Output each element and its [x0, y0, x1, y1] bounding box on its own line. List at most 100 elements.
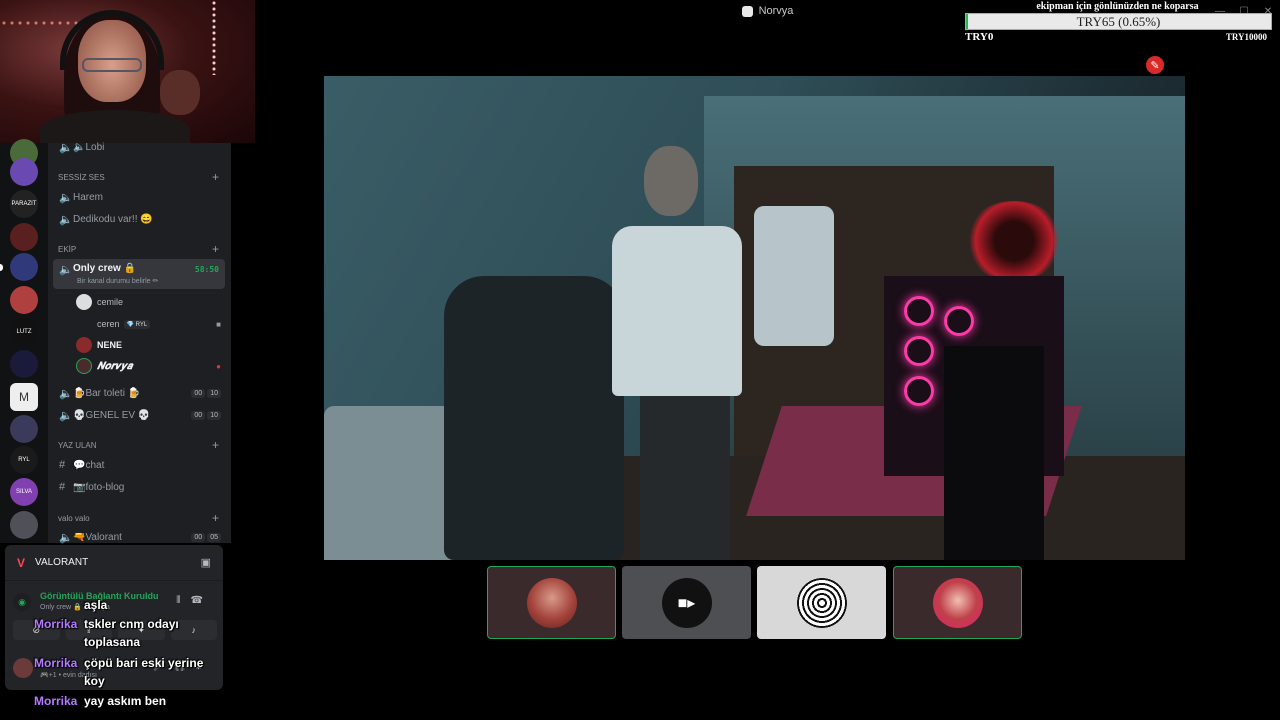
chat-text: tskler cnm odayı toplasana	[84, 617, 179, 649]
category-label: SESSİZ SES	[58, 173, 105, 182]
user-count: 00	[191, 532, 206, 542]
participant-tile[interactable]: ■▸	[622, 566, 751, 639]
hash-icon: #	[59, 459, 66, 471]
server-icon[interactable]	[10, 511, 38, 539]
goal-title: ekipman için gönlünüzden ne koparsa	[1036, 1, 1199, 12]
hash-icon: #	[59, 481, 66, 493]
member-name: 𝑵𝒐𝒓𝒗𝒚𝒂	[97, 360, 133, 372]
donation-goal-widget: ekipman için gönlünüzden ne koparsa TRY6…	[965, 0, 1275, 44]
voice-channel-dedikodu[interactable]: 🔈 Dedikodu var!! 😄	[53, 209, 225, 229]
channel-label: 📷foto-blog	[73, 481, 125, 493]
channel-label: 🔈Lobi	[73, 141, 105, 153]
server-icon[interactable]	[10, 350, 38, 378]
avatar	[76, 337, 92, 353]
screen-share-icon[interactable]: ▣	[201, 556, 211, 569]
category-label: YAZ ULAN	[58, 441, 97, 450]
chat-message: aşla	[84, 596, 264, 614]
add-channel-icon[interactable]: +	[212, 243, 219, 255]
channel-status[interactable]: Bir kanal durumu belirle ✏	[77, 277, 158, 285]
avatar	[76, 294, 92, 310]
voice-channel-lobi[interactable]: 🔈 🔈Lobi	[53, 137, 225, 157]
member-name: NENE	[97, 340, 123, 350]
person-head	[644, 146, 698, 216]
chat-text: yay askım ben	[84, 694, 167, 708]
add-channel-icon[interactable]: +	[212, 439, 219, 451]
user-limit-badge: 00 05	[191, 532, 221, 542]
channel-logo-icon: ✎	[1146, 56, 1164, 74]
chat-text: çöpü bari eski yerine koy	[84, 656, 204, 688]
channel-label: 💀GENEL EV 💀	[73, 409, 151, 421]
server-icon[interactable]: SILVA	[10, 478, 38, 506]
channel-label: Harem	[73, 191, 104, 203]
participant-tile[interactable]	[487, 566, 616, 639]
chat-nick: Morrika	[34, 694, 78, 708]
category-yaz-ulan[interactable]: YAZ ULAN +	[58, 439, 219, 451]
server-icon[interactable]: M	[10, 383, 38, 411]
server-icon[interactable]	[10, 286, 38, 314]
category-valo-valo[interactable]: valo valo +	[58, 512, 219, 524]
server-icon[interactable]: LUTZ	[10, 318, 38, 346]
participant-tile[interactable]	[757, 566, 886, 639]
person-pants	[640, 396, 730, 560]
voice-member[interactable]: ceren 💎 RYL ■	[76, 314, 223, 334]
add-channel-icon[interactable]: +	[212, 171, 219, 183]
goal-progress-bar: TRY65 (0.65%)	[965, 13, 1272, 30]
streamer-webcam	[0, 0, 255, 143]
camera-icon: ■	[216, 319, 221, 329]
voice-channel-genel-ev[interactable]: 🔈 💀GENEL EV 💀 00 10	[53, 405, 225, 425]
user-limit-badge: 00 10	[191, 410, 221, 420]
member-name: ceren	[97, 319, 120, 329]
goal-amount: TRY65 (0.65%)	[1076, 14, 1161, 29]
hanging-clothes	[754, 206, 834, 346]
person-shirt	[612, 226, 742, 396]
speaker-icon: 🔈	[59, 191, 73, 204]
user-limit-badge: 00 10	[191, 388, 221, 398]
avatar[interactable]	[13, 658, 33, 678]
gaming-chair	[444, 276, 624, 560]
goal-min: TRY0	[965, 31, 994, 43]
voice-channel-harem[interactable]: 🔈 Harem	[53, 187, 225, 207]
avatar	[76, 358, 92, 374]
voice-member[interactable]: NENE	[76, 335, 223, 355]
voice-channel-only-crew[interactable]: 🔈 Only crew 🔒 58:50 Bir kanal durumu bel…	[53, 259, 225, 289]
video-camera-icon: ■▸	[661, 577, 712, 628]
rgb-fan	[904, 376, 934, 406]
window-title: Norvya	[758, 5, 794, 17]
plush-toy	[160, 70, 200, 115]
speaker-icon: 🔈	[59, 141, 73, 154]
category-sessiz-ses[interactable]: SESSİZ SES +	[58, 171, 219, 183]
member-name: cemile	[97, 297, 124, 307]
activity-row[interactable]: V VALORANT ▣	[5, 545, 223, 581]
avatar	[932, 577, 983, 628]
server-icon[interactable]	[10, 223, 38, 251]
server-icon[interactable]: RYL	[10, 446, 38, 474]
main-video-stream[interactable]	[324, 76, 1185, 560]
monitor	[944, 346, 1044, 560]
speaker-icon: 🔈	[59, 409, 73, 422]
voice-channel-valorant[interactable]: 🔈 🔫Valorant 00 05	[53, 527, 225, 547]
streamer-headset	[60, 10, 164, 70]
category-ekip[interactable]: EKİP +	[58, 243, 219, 255]
text-channel-foto-blog[interactable]: # 📷foto-blog	[53, 477, 225, 497]
chat-text: aşla	[84, 598, 108, 612]
speaker-icon: 🔈	[59, 531, 73, 544]
channel-label: Only crew 🔒	[73, 263, 137, 274]
channel-label: 💬chat	[73, 459, 105, 471]
person-standing	[612, 146, 762, 560]
voice-channel-bar[interactable]: 🔈 🍺Bar toleti 🍺 00 10	[53, 383, 225, 403]
server-icon[interactable]	[10, 253, 38, 281]
user-count: 00	[191, 410, 206, 420]
unread-indicator	[0, 264, 3, 271]
app-icon	[741, 5, 753, 17]
participant-tile[interactable]	[893, 566, 1022, 639]
signal-icon[interactable]: ◉	[13, 593, 31, 611]
voice-member[interactable]: cemile	[76, 292, 223, 312]
add-channel-icon[interactable]: +	[212, 512, 219, 524]
goal-max: TRY10000	[1225, 32, 1267, 42]
user-limit: 05	[207, 532, 221, 542]
voice-member[interactable]: 𝑵𝒐𝒓𝒗𝒚𝒂 ●	[76, 356, 223, 376]
text-channel-chat[interactable]: # 💬chat	[53, 455, 225, 475]
server-icon[interactable]	[10, 415, 38, 443]
server-icon[interactable]: PARAZIT	[10, 190, 38, 218]
server-icon[interactable]	[10, 158, 38, 186]
